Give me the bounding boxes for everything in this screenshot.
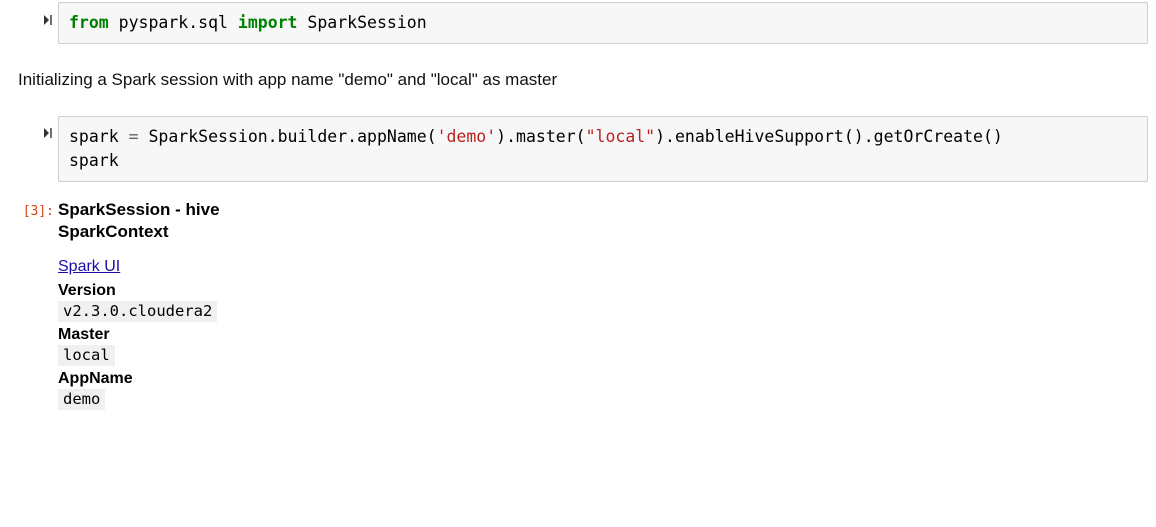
markdown-cell: Initializing a Spark session with app na… (0, 66, 1156, 92)
notebook: from pyspark.sql import SparkSession Ini… (0, 0, 1156, 414)
code-token: from (69, 13, 109, 32)
output-prompt: [3]: (0, 194, 58, 219)
master-value: local (58, 345, 115, 366)
code-token: SparkSession.builder.appName( (139, 127, 437, 146)
version-label: Version (58, 282, 1148, 300)
appname-value: demo (58, 389, 105, 410)
code-cell: from pyspark.sql import SparkSession (0, 0, 1156, 44)
code-token: ).enableHiveSupport().getOrCreate() (655, 127, 1003, 146)
run-icon[interactable] (42, 14, 54, 26)
version-value: v2.3.0.cloudera2 (58, 301, 217, 322)
code-cell: spark = SparkSession.builder.appName('de… (0, 114, 1156, 182)
output-heading: SparkSession - hive (58, 200, 1148, 220)
spark-ui-link[interactable]: Spark UI (58, 258, 120, 276)
code-token: spark (69, 151, 119, 170)
output-cell: [3]: SparkSession - hive SparkContext Sp… (0, 192, 1156, 414)
code-token: ).master( (496, 127, 585, 146)
code-token: = (129, 127, 139, 146)
master-label: Master (58, 326, 1148, 344)
code-input[interactable]: spark = SparkSession.builder.appName('de… (58, 116, 1148, 182)
run-icon[interactable] (42, 127, 54, 139)
input-prompt (0, 2, 58, 27)
code-token: spark (69, 127, 129, 146)
code-token: pyspark.sql (109, 13, 238, 32)
output-content: SparkSession - hive SparkContext Spark U… (58, 194, 1156, 414)
output-heading: SparkContext (58, 222, 1148, 242)
input-prompt (0, 116, 58, 141)
code-token: 'demo' (437, 127, 497, 146)
code-input[interactable]: from pyspark.sql import SparkSession (58, 2, 1148, 44)
code-token: import (238, 13, 298, 32)
code-token: SparkSession (298, 13, 427, 32)
markdown-text: Initializing a Spark session with app na… (18, 68, 1156, 92)
appname-label: AppName (58, 370, 1148, 388)
code-token: "local" (586, 127, 656, 146)
